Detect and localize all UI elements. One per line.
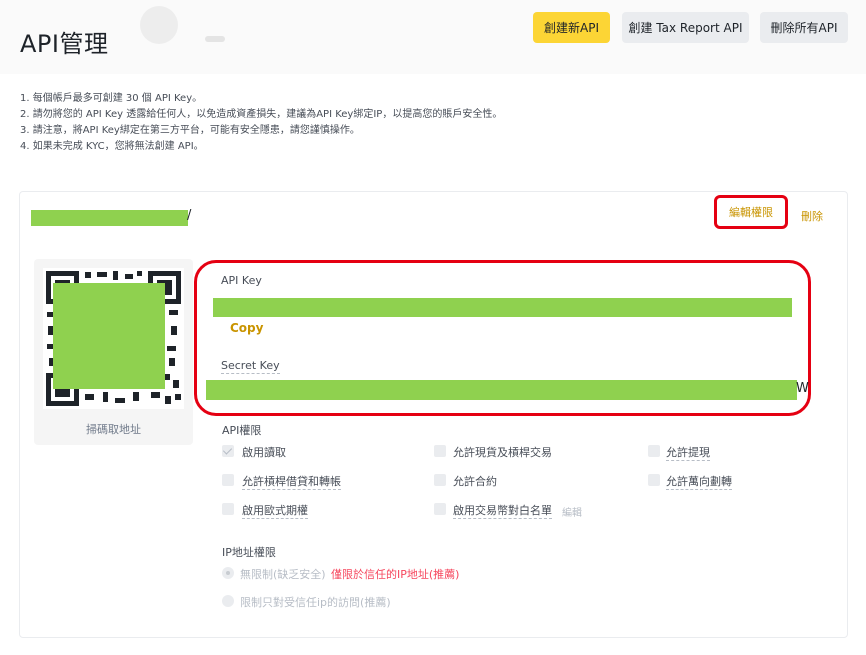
delete-api-button[interactable]: 刪除 [801,208,823,224]
page-header: API管理 創建新API 創建 Tax Report API 刪除所有API [0,0,866,74]
permission-label-symbol-whitelist: 啟用交易幣對白名單 [453,504,552,519]
create-tax-report-api-button[interactable]: 創建 Tax Report API [622,12,749,43]
qr-redaction [53,283,165,389]
note-item: 1. 每個帳戶最多可創建 30 個 API Key。 [20,93,203,104]
permission-checkbox-european-options[interactable] [222,503,234,515]
copy-api-key-button[interactable]: Copy [230,321,263,335]
api-key-card: / 編輯權限 刪除 掃碼取地址 API Key Copy Secret Key … [19,191,848,638]
ip-restricted-radio[interactable] [222,595,234,607]
edit-permissions-button[interactable]: 編輯權限 [714,195,788,229]
note-item: 2. 請勿將您的 API Key 透露給任何人，以免造成資產損失，建議為API … [20,109,503,120]
api-key-title: API Key [221,274,262,287]
permission-label-universal-transfer: 允許萬向劃轉 [666,475,732,490]
header-placeholder [205,36,225,42]
create-api-button[interactable]: 創建新API [533,12,610,43]
ip-permissions-title: IP地址權限 [222,546,276,559]
permission-label-european-options: 啟用歐式期權 [242,504,308,519]
page-title: API管理 [20,30,109,58]
permission-label-withdraw: 允許提現 [666,446,710,461]
permission-label-read: 啟用讀取 [242,446,286,459]
permission-checkbox-futures[interactable] [434,474,446,486]
permission-checkbox-spot-margin[interactable] [434,445,446,457]
secret-key-tail: W [796,381,809,396]
note-item: 4. 如果未完成 KYC，您將無法創建 API。 [20,141,204,152]
api-label-redacted [31,210,188,226]
ip-warning-text: 僅限於信任的IP地址(推薦) [331,568,460,581]
permission-checkbox-withdraw[interactable] [648,445,660,457]
edit-permissions-label: 編輯權限 [729,206,773,219]
qr-caption: 掃碼取地址 [86,423,141,436]
api-label-tail: / [187,208,192,223]
permission-label-spot-margin: 允許現貨及槓桿交易 [453,446,552,459]
permission-checkbox-read[interactable] [222,445,234,457]
permission-checkbox-symbol-whitelist[interactable] [434,503,446,515]
api-notes: 1. 每個帳戶最多可創建 30 個 API Key。 2. 請勿將您的 API … [20,91,502,155]
permission-label-margin-loan: 允許槓桿借貸和轉帳 [242,475,341,490]
avatar [140,6,178,44]
delete-all-api-button[interactable]: 刪除所有API [760,12,848,43]
whitelist-edit-link[interactable]: 編輯 [562,504,582,519]
note-item: 3. 請注意，將API Key綁定在第三方平台，可能有安全隱患，請您謹慎操作。 [20,125,360,136]
permission-checkbox-universal-transfer[interactable] [648,474,660,486]
ip-restricted-label: 限制只對受信任ip的訪問(推薦) [240,596,391,609]
ip-unrestricted-label: 無限制(缺乏安全) [240,568,326,581]
qr-code-panel: 掃碼取地址 [34,259,193,445]
permission-label-futures: 允許合約 [453,475,497,488]
secret-key-value-redacted [206,380,797,400]
api-key-value-redacted [213,298,792,317]
ip-unrestricted-radio[interactable] [222,567,234,579]
permission-checkbox-margin-loan[interactable] [222,474,234,486]
secret-key-title: Secret Key [221,359,280,374]
api-permissions-title: API權限 [222,424,262,437]
